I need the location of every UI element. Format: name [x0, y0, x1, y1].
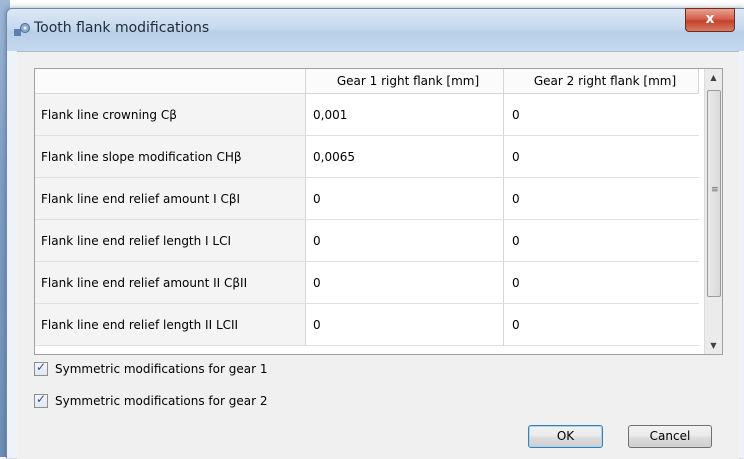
dialog-content: Gear 1 right flank [mm] Gear 2 right fla…: [17, 51, 739, 459]
row-label: Flank line end relief amount I CβI: [35, 177, 306, 220]
scroll-down-icon[interactable]: ▼: [705, 337, 722, 354]
column-header-gear2: Gear 2 right flank [mm]: [503, 69, 699, 94]
table-row: Flank line end relief length II LCII 0 0: [35, 303, 699, 346]
modifications-grid: Gear 1 right flank [mm] Gear 2 right fla…: [34, 68, 723, 355]
gear2-value-cell[interactable]: 0: [503, 261, 699, 304]
column-header-label: [35, 69, 306, 94]
row-label: Flank line crowning Cβ: [35, 93, 306, 136]
modifications-table: Gear 1 right flank [mm] Gear 2 right fla…: [35, 69, 699, 346]
gear1-value-cell[interactable]: 0: [305, 303, 504, 346]
row-label: Flank line end relief amount II CβII: [35, 261, 306, 304]
ok-button[interactable]: OK: [528, 425, 603, 448]
gear2-value-cell[interactable]: 0: [503, 93, 699, 136]
cancel-button[interactable]: Cancel: [628, 425, 712, 448]
dialog-window: Tooth flank modifications x Gear 1 right…: [6, 8, 744, 459]
sym-gear2-label: Symmetric modifications for gear 2: [55, 394, 268, 408]
column-header-gear1: Gear 1 right flank [mm]: [305, 69, 504, 94]
sym-gear1-label: Symmetric modifications for gear 1: [55, 362, 268, 376]
close-icon: x: [705, 11, 715, 27]
scroll-up-icon[interactable]: ▲: [705, 69, 722, 86]
sym-gear2-option[interactable]: Symmetric modifications for gear 2: [34, 392, 267, 410]
vertical-scrollbar[interactable]: ▲ ≡ ▼: [704, 69, 722, 354]
window-title: Tooth flank modifications: [34, 20, 210, 36]
gear1-value-cell[interactable]: 0: [305, 177, 504, 220]
table-row: Flank line end relief amount II CβII 0 0: [35, 261, 699, 304]
row-label: Flank line end relief length II LCII: [35, 303, 306, 346]
sym-gear1-option[interactable]: Symmetric modifications for gear 1: [34, 360, 267, 378]
row-label: Flank line slope modification CHβ: [35, 135, 306, 178]
table-row: Flank line crowning Cβ 0,001 0: [35, 93, 699, 136]
close-button[interactable]: x: [685, 8, 735, 32]
gear2-value-cell[interactable]: 0: [503, 177, 699, 220]
title-bar[interactable]: Tooth flank modifications x: [7, 8, 744, 51]
row-label: Flank line end relief length I LCI: [35, 219, 306, 262]
gear1-value-cell[interactable]: 0: [305, 219, 504, 262]
gear1-value-cell[interactable]: 0,001: [305, 93, 504, 136]
sym-gear1-checkbox[interactable]: [34, 360, 48, 376]
gear1-value-cell[interactable]: 0,0065: [305, 135, 504, 178]
table-header-row: Gear 1 right flank [mm] Gear 2 right fla…: [35, 69, 699, 94]
gear2-value-cell[interactable]: 0: [503, 219, 699, 262]
gear1-value-cell[interactable]: 0: [305, 261, 504, 304]
gear2-value-cell[interactable]: 0: [503, 135, 699, 178]
grip-icon: ≡: [711, 185, 719, 195]
gear-app-icon: [14, 23, 30, 36]
sym-gear2-checkbox[interactable]: [34, 392, 48, 408]
scrollbar-thumb[interactable]: ≡: [707, 90, 721, 297]
table-row: Flank line end relief amount I CβI 0 0: [35, 177, 699, 220]
table-row: Flank line slope modification CHβ 0,0065…: [35, 135, 699, 178]
gear2-value-cell[interactable]: 0: [503, 303, 699, 346]
table-row: Flank line end relief length I LCI 0 0: [35, 219, 699, 262]
